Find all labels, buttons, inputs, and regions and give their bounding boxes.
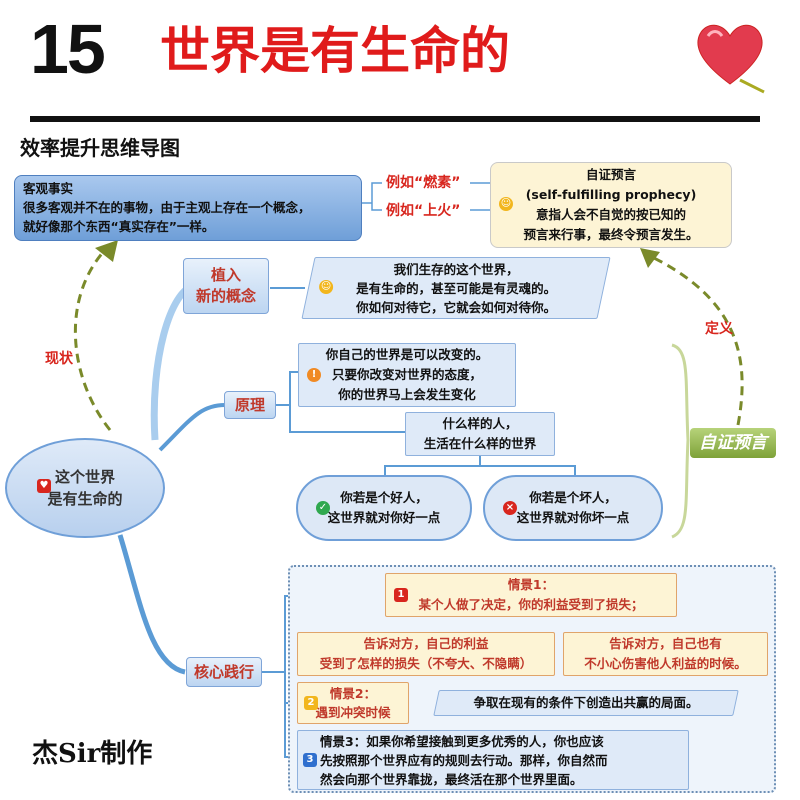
principle-a1: 你自己的世界是可以改变的。 <box>325 347 489 362</box>
exclamation-icon: ! <box>307 368 321 382</box>
scenario-2-box: 2 情景2： 遇到冲突时候 <box>297 682 409 724</box>
scenario-2-result: 争取在现有的条件下创造出共赢的局面。 <box>433 690 739 716</box>
label-self-prophecy: 自证预言 <box>690 428 776 458</box>
s2-result: 争取在现有的条件下创造出共赢的局面。 <box>473 695 699 710</box>
principle-change-box: ! 你自己的世界是可以改变的。 只要你改变对世界的态度， 你的世界马上会发生变化 <box>298 343 516 407</box>
scenario-1-box: 1 情景1： 某个人做了决定，你的利益受到了损失； <box>385 573 677 617</box>
good-person-bubble: ✓ 你若是个好人， 这世界就对你好一点 <box>296 475 472 541</box>
cross-icon: × <box>503 501 517 515</box>
topic-practice: 核心践行 <box>186 657 262 687</box>
s1-b1: 告诉对方，自己也有 <box>609 636 722 651</box>
fact-line-1: 很多客观并不在的事物，由于主观上存在一个概念， <box>23 200 311 215</box>
scenario-3-box: 3 情景3：如果你希望接触到更多优秀的人，你也应该 先按照那个世界应有的规则去行… <box>297 730 689 790</box>
topic-implant: 植入 新的概念 <box>183 258 269 314</box>
principle-b1: 什么样的人， <box>442 416 518 431</box>
example-shanghuo: 例如“上火” <box>386 203 461 219</box>
implant-line-1: 植入 <box>210 266 241 284</box>
number-1-icon: 1 <box>394 588 408 602</box>
fact-title: 客观事实 <box>23 181 74 196</box>
smile-icon: ☺ <box>319 280 334 294</box>
s1-text: 某个人做了决定，你的利益受到了损失； <box>418 597 644 612</box>
principle-a3: 你的世界马上会发生变化 <box>338 387 476 402</box>
center-line-2: 是有生命的 <box>47 490 123 508</box>
center-node: ♥ 这个世界 是有生命的 <box>5 438 165 538</box>
heart-icon: ♥ <box>37 479 51 493</box>
center-line-1: 这个世界 <box>54 468 115 486</box>
principle-people-box: 什么样的人， 生活在什么样的世界 <box>405 412 555 456</box>
s3-line-3: 然会向那个世界靠拢，最终活在那个世界里面。 <box>320 772 583 787</box>
s3-line-1: 情景3：如果你希望接触到更多优秀的人，你也应该 <box>320 734 604 749</box>
author-signature: 杰Sir制作 <box>32 739 153 769</box>
number-3-icon: 3 <box>303 753 317 767</box>
label-definition: 定义 <box>705 321 733 337</box>
check-icon: ✓ <box>316 501 330 515</box>
s1-a2: 受到了怎样的损失（不夸大、不隐瞒） <box>319 656 533 671</box>
prophecy-line-2: 预言来行事，最终令预言发生。 <box>523 227 699 242</box>
fact-line-2: 就好像那个东西“真实存在”一样。 <box>23 219 215 234</box>
scenario-1-action-b: 告诉对方，自己也有 不小心伤害他人利益的时候。 <box>563 632 768 676</box>
prophecy-line-1: 意指人会不自觉的按已知的 <box>535 207 686 222</box>
implant-concept-box: ☺ 我们生存的这个世界， 是有生命的，甚至可能是有灵魂的。 你如何对待它，它就会… <box>301 257 611 319</box>
principle-b2: 生活在什么样的世界 <box>423 436 537 451</box>
implant-text-1: 我们生存的这个世界， <box>393 262 519 277</box>
implant-line-2: 新的概念 <box>195 287 256 305</box>
implant-text-2: 是有生命的，甚至可能是有灵魂的。 <box>356 281 557 296</box>
smile-icon: ☺ <box>499 197 513 211</box>
self-fulfilling-prophecy-box: ☺ 自证预言 (self-fulfilling prophecy) 意指人会不自… <box>490 162 732 248</box>
example-ranshu: 例如“燃素” <box>386 175 461 191</box>
principle-a2: 只要你改变对世界的态度， <box>331 367 482 382</box>
bad-person-bubble: × 你若是个坏人， 这世界就对你坏一点 <box>483 475 663 541</box>
s3-line-2: 先按照那个世界应有的规则去行动。那样，你自然而 <box>320 753 608 768</box>
objective-fact-box: 客观事实 很多客观并不在的事物，由于主观上存在一个概念， 就好像那个东西“真实存… <box>14 175 362 241</box>
s1-a1: 告诉对方，自己的利益 <box>363 636 489 651</box>
label-current: 现状 <box>45 351 73 367</box>
scenario-1-action-a: 告诉对方，自己的利益 受到了怎样的损失（不夸大、不隐瞒） <box>297 632 555 676</box>
prophecy-english: (self-fulfilling prophecy) <box>525 187 697 202</box>
s1-title: 情景1： <box>507 577 555 592</box>
number-2-icon: 2 <box>304 696 318 710</box>
s1-b2: 不小心伤害他人利益的时候。 <box>584 656 747 671</box>
topic-principle: 原理 <box>224 391 276 419</box>
prophecy-title: 自证预言 <box>585 167 636 182</box>
implant-text-3: 你如何对待它，它就会如何对待你。 <box>356 300 557 315</box>
